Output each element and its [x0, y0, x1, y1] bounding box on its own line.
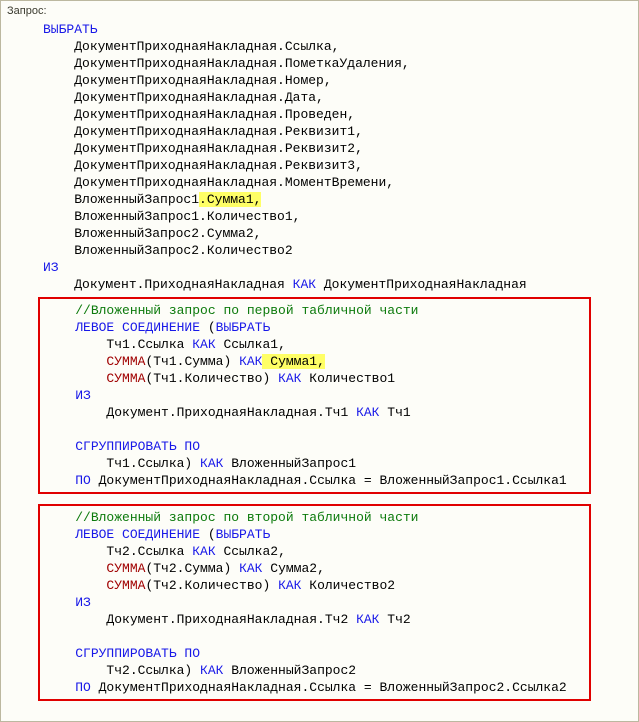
b1-src-b: Тч1 [379, 405, 410, 420]
subquery-code-2: //Вложенный запрос по второй табличной ч… [44, 509, 585, 696]
b1-f1b: Ссылка1, [216, 337, 286, 352]
kw-groupby-1: СГРУППИРОВАТЬ ПО [75, 439, 200, 454]
sel-line-2: ДокументПриходнаяНакладная.ПометкаУдален… [74, 56, 409, 71]
b2-f1b: Ссылка2, [216, 544, 286, 559]
paren-open-2: ( [200, 527, 216, 542]
b1-src: Документ.ПриходнаяНакладная.Тч1 [106, 405, 356, 420]
b1-f1a: Тч1.Ссылка [106, 337, 192, 352]
kw-as-2d: КАК [356, 612, 379, 627]
kw-select: ВЫБРАТЬ [43, 22, 98, 37]
b2-src-b: Тч2 [379, 612, 410, 627]
panel-title: Запрос: [7, 5, 632, 17]
subquery-box-2: //Вложенный запрос по второй табличной ч… [38, 504, 591, 701]
kw-from-inner-2: ИЗ [75, 595, 91, 610]
comment-1: //Вложенный запрос по первой табличной ч… [75, 303, 418, 318]
sel-line-4: ДокументПриходнаяНакладная.Дата, [74, 90, 324, 105]
kw-select-inner-2: ВЫБРАТЬ [216, 527, 271, 542]
b1-tail-b: ВложенныйЗапрос1 [223, 456, 356, 471]
kw-as: КАК [293, 277, 316, 292]
fn-sum-2b: СУММА [106, 578, 145, 593]
from-src-a: Документ.ПриходнаяНакладная [74, 277, 292, 292]
sel-line-9: ДокументПриходнаяНакладная.МоментВремени… [74, 175, 394, 190]
kw-from: ИЗ [43, 260, 59, 275]
kw-as-2b: КАК [239, 561, 262, 576]
b2-tail-a: Тч2.Ссылка) [106, 663, 200, 678]
b2-tail-b: ВложенныйЗапрос2 [223, 663, 356, 678]
kw-as-2c: КАК [278, 578, 301, 593]
comment-2: //Вложенный запрос по второй табличной ч… [75, 510, 418, 525]
code-select: ВЫБРАТЬ ДокументПриходнаяНакладная.Ссылк… [43, 21, 632, 293]
sel-line-8: ДокументПриходнаяНакладная.Реквизит3, [74, 158, 363, 173]
highlight-sum1-alias: Сумма1, [262, 354, 324, 369]
b2-f2a: (Тч2.Сумма) [145, 561, 239, 576]
from-src-b: ДокументПриходнаяНакладная [316, 277, 527, 292]
sel-line-12: ВложенныйЗапрос2.Сумма2, [74, 226, 261, 241]
kw-as-1c: КАК [278, 371, 301, 386]
kw-on-2: ПО [75, 680, 91, 695]
kw-on-1: ПО [75, 473, 91, 488]
paren-open-1: ( [200, 320, 216, 335]
kw-as-2a: КАК [192, 544, 215, 559]
b2-f3a: (Тч2.Количество) [145, 578, 278, 593]
kw-as-1d: КАК [356, 405, 379, 420]
b1-on-body: ДокументПриходнаяНакладная.Ссылка = Влож… [91, 473, 567, 488]
fn-sum-1a: СУММА [106, 354, 145, 369]
b1-f3b: Количество1 [301, 371, 395, 386]
fn-sum-1b: СУММА [106, 371, 145, 386]
kw-from-inner-1: ИЗ [75, 388, 91, 403]
subquery-code-1: //Вложенный запрос по первой табличной ч… [44, 302, 585, 489]
kw-as-1e: КАК [200, 456, 223, 471]
kw-left-join-2: ЛЕВОЕ СОЕДИНЕНИЕ [75, 527, 200, 542]
sel-line-10a: ВложенныйЗапрос1 [74, 192, 199, 207]
b2-src: Документ.ПриходнаяНакладная.Тч2 [106, 612, 356, 627]
subquery-box-1: //Вложенный запрос по первой табличной ч… [38, 297, 591, 494]
sel-line-6: ДокументПриходнаяНакладная.Реквизит1, [74, 124, 363, 139]
query-panel: Запрос: ВЫБРАТЬ ДокументПриходнаяНакладн… [0, 0, 639, 722]
b1-tail-a: Тч1.Ссылка) [106, 456, 200, 471]
b1-f2a: (Тч1.Сумма) [145, 354, 239, 369]
kw-groupby-2: СГРУППИРОВАТЬ ПО [75, 646, 200, 661]
fn-sum-2a: СУММА [106, 561, 145, 576]
sel-line-1: ДокументПриходнаяНакладная.Ссылка, [74, 39, 339, 54]
sel-line-7: ДокументПриходнаяНакладная.Реквизит2, [74, 141, 363, 156]
highlight-sum1-ref: .Сумма1, [199, 192, 261, 207]
b1-f3a: (Тч1.Количество) [145, 371, 278, 386]
kw-as-1a: КАК [192, 337, 215, 352]
sel-line-5: ДокументПриходнаяНакладная.Проведен, [74, 107, 355, 122]
kw-as-1b: КАК [239, 354, 262, 369]
b2-f2b: Сумма2, [262, 561, 324, 576]
b2-on-body: ДокументПриходнаяНакладная.Ссылка = Влож… [91, 680, 567, 695]
b2-f1a: Тч2.Ссылка [106, 544, 192, 559]
kw-left-join-1: ЛЕВОЕ СОЕДИНЕНИЕ [75, 320, 200, 335]
sel-line-11: ВложенныйЗапрос1.Количество1, [74, 209, 300, 224]
kw-select-inner-1: ВЫБРАТЬ [216, 320, 271, 335]
kw-as-2e: КАК [200, 663, 223, 678]
query-code: ВЫБРАТЬ ДокументПриходнаяНакладная.Ссылк… [7, 21, 632, 701]
sel-line-3: ДокументПриходнаяНакладная.Номер, [74, 73, 331, 88]
b2-f3b: Количество2 [301, 578, 395, 593]
sel-line-13: ВложенныйЗапрос2.Количество2 [74, 243, 292, 258]
